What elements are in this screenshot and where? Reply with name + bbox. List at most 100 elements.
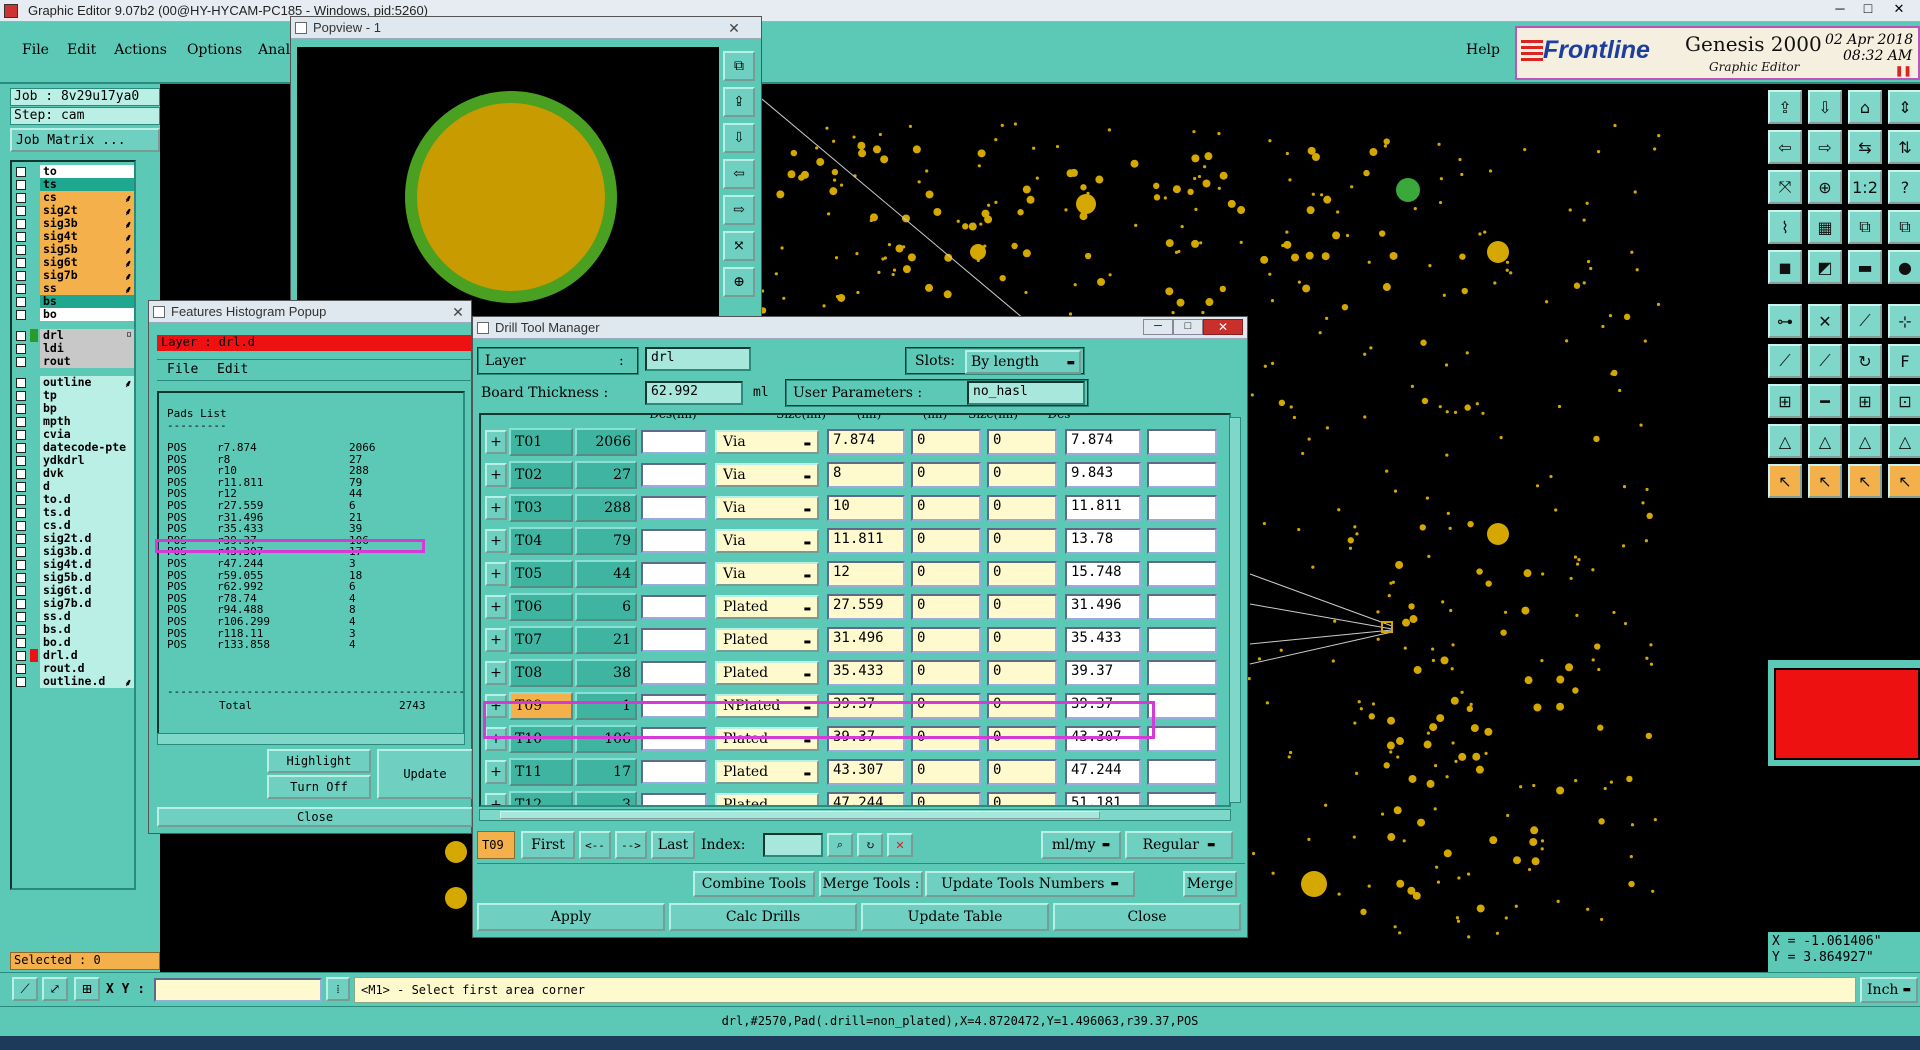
tool-name[interactable]: T04 (509, 527, 573, 555)
table-row[interactable]: + T05 44 Via ▬ 12 0 0 15.748 (481, 559, 1221, 589)
pv-left-icon[interactable]: ⇦ (723, 159, 755, 189)
plus-tol-input[interactable]: 0 (911, 759, 981, 785)
menu-edit[interactable]: Edit (61, 32, 102, 68)
pointer4-icon[interactable]: ↖ (1888, 464, 1920, 498)
drill-size-input[interactable]: 27.559 (827, 594, 905, 620)
pads-hscroll[interactable] (157, 733, 465, 745)
table-row[interactable]: + T11 17 Plated ▬ 43.307 0 0 47.244 (481, 757, 1221, 787)
minus-tol-input[interactable]: 0 (987, 759, 1057, 785)
tool-name[interactable]: T08 (509, 659, 573, 687)
type-dropdown[interactable]: Plated ▬ (715, 760, 819, 784)
layer-row-outline.d[interactable]: outline.d ⸙ (16, 674, 134, 689)
description-input[interactable] (1147, 759, 1217, 785)
index-refresh-icon[interactable]: ↻ (857, 833, 883, 857)
plus-tol-input[interactable]: 0 (911, 462, 981, 488)
minus-tol-input[interactable]: 0 (987, 792, 1057, 805)
layer-row-rout[interactable]: rout (16, 354, 134, 369)
expand-icon[interactable]: + (485, 562, 507, 586)
expand-icon[interactable]: + (485, 793, 507, 805)
merge-button[interactable]: Merge (1183, 871, 1237, 897)
mode-dropdown[interactable]: Regular ▬ (1125, 831, 1233, 859)
plus-tol-input[interactable]: 0 (911, 627, 981, 653)
drill-size-input[interactable]: 47.244 (827, 792, 905, 805)
plus-tol-input[interactable]: 0 (911, 528, 981, 554)
type-dropdown[interactable]: Via ▬ (715, 463, 819, 487)
layer-checkbox[interactable] (16, 192, 26, 203)
table-row[interactable]: + T01 2066 Via ▬ 7.874 0 0 7.874 (481, 427, 1221, 457)
table-row[interactable]: + T03 288 Via ▬ 10 0 0 11.811 (481, 493, 1221, 523)
snap2-icon[interactable]: ⧉ (1888, 210, 1920, 244)
turn-off-button[interactable]: Turn Off (267, 775, 371, 799)
table-row[interactable]: + T12 3 Plated ▬ 47.244 0 0 51.181 (481, 790, 1221, 805)
design-size-input[interactable] (641, 529, 707, 553)
drill-size-input[interactable]: 7.874 (827, 429, 905, 455)
tool-name[interactable]: T02 (509, 461, 573, 489)
minus-tol-input[interactable]: 0 (987, 495, 1057, 521)
line-icon[interactable]: ▬ (1848, 250, 1882, 284)
tool-name[interactable]: T11 (509, 758, 573, 786)
type-dropdown[interactable]: Plated ▬ (715, 595, 819, 619)
design-size-input[interactable] (641, 760, 707, 784)
job-matrix-button[interactable]: Job Matrix ... (10, 128, 160, 152)
layer-checkbox[interactable] (16, 218, 26, 229)
plus-tol-input[interactable]: 0 (911, 792, 981, 805)
left-icon[interactable]: ⇦ (1768, 130, 1802, 164)
index-input[interactable] (763, 833, 823, 857)
cross-icon[interactable]: ⊹ (1888, 304, 1920, 338)
index-search-icon[interactable]: ⌕ (827, 833, 853, 857)
layer-checkbox[interactable] (16, 179, 26, 190)
layer-row-bo[interactable]: bo (16, 307, 134, 322)
finish-size-input[interactable]: 39.37 (1065, 660, 1141, 686)
pv-right-icon[interactable]: ⇨ (723, 195, 755, 225)
table-row[interactable]: + T06 6 Plated ▬ 27.559 0 0 31.496 (481, 592, 1221, 622)
table-row[interactable]: + T02 27 Via ▬ 8 0 0 9.843 (481, 460, 1221, 490)
layer-checkbox[interactable] (16, 343, 26, 354)
highlight-button[interactable]: Highlight (267, 749, 371, 773)
scroll-icon[interactable]: ⇕ (1888, 90, 1920, 124)
description-input[interactable] (1147, 462, 1217, 488)
triangle-icon[interactable]: △ (1768, 424, 1802, 458)
flip-icon[interactable]: ⇅ (1888, 130, 1920, 164)
pointer-icon[interactable]: ↖ (1768, 464, 1802, 498)
description-input[interactable] (1147, 627, 1217, 653)
last-button[interactable]: Last (651, 831, 695, 859)
dtm-close-button[interactable]: Close (1053, 903, 1241, 931)
minimize-button[interactable]: ─ (1828, 1, 1852, 16)
layer-checkbox[interactable] (16, 637, 26, 648)
layer-checkbox[interactable] (16, 403, 26, 414)
expand-icon[interactable]: + (485, 661, 507, 685)
layer-checkbox[interactable] (16, 520, 26, 531)
minus-tol-input[interactable]: 0 (987, 429, 1057, 455)
layer-checkbox[interactable] (16, 468, 26, 479)
menu-options[interactable]: Options (179, 32, 250, 68)
snap-icon[interactable]: ⤢ (42, 977, 68, 1001)
finish-size-input[interactable]: 51.181 (1065, 792, 1141, 805)
layer-checkbox[interactable] (16, 356, 26, 367)
layer-checkbox[interactable] (16, 481, 26, 492)
menu-help[interactable]: Help (1466, 42, 1500, 58)
layer-checkbox[interactable] (16, 244, 26, 255)
layer-checkbox[interactable] (16, 455, 26, 466)
histogram-menu-file[interactable]: File (167, 362, 198, 377)
dtm-close-icon[interactable]: ✕ (1203, 319, 1243, 335)
maximize-button[interactable]: □ (1856, 0, 1880, 16)
layer-checkbox[interactable] (16, 559, 26, 570)
layer-checkbox[interactable] (16, 166, 26, 177)
pv-fit-icon[interactable]: ⤧ (723, 231, 755, 261)
drill-size-input[interactable]: 43.307 (827, 759, 905, 785)
zoom-center-icon[interactable]: ⊕ (1808, 170, 1842, 204)
description-input[interactable] (1147, 660, 1217, 686)
tool-name[interactable]: T01 (509, 428, 573, 456)
layer-checkbox[interactable] (16, 231, 26, 242)
layer-checkbox[interactable] (16, 330, 26, 341)
type-dropdown[interactable]: Plated ▬ (715, 661, 819, 685)
histogram-menu-edit[interactable]: Edit (217, 362, 248, 377)
design-size-input[interactable] (641, 628, 707, 652)
calc-drills-button[interactable]: Calc Drills (669, 903, 857, 931)
drill-size-input[interactable]: 10 (827, 495, 905, 521)
layer-checkbox[interactable] (16, 377, 26, 388)
text-icon[interactable]: F (1888, 344, 1920, 378)
snap-icon[interactable]: ⧉ (1848, 210, 1882, 244)
plus-tol-input[interactable]: 0 (911, 594, 981, 620)
prev-button[interactable]: <-- (579, 831, 611, 859)
